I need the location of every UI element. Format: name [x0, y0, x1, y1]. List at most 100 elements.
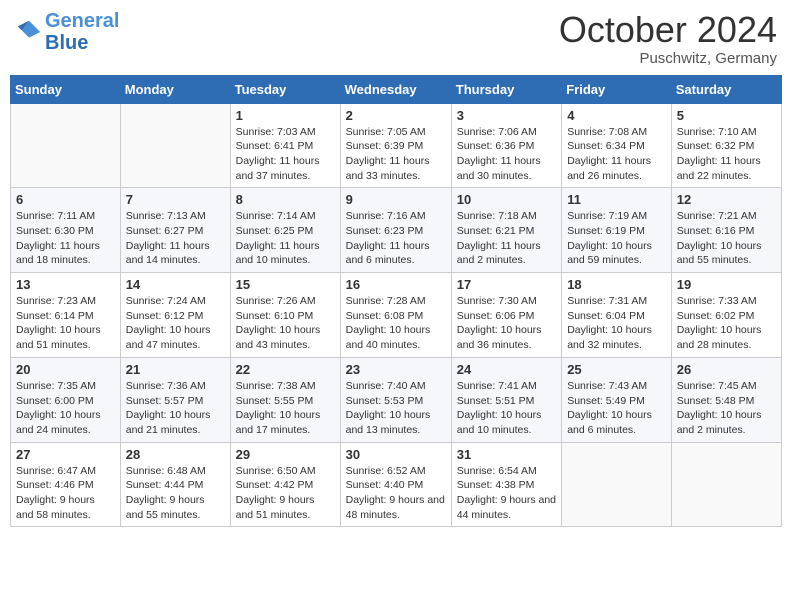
day-info: Sunrise: 7:05 AMSunset: 6:39 PMDaylight:… — [346, 125, 446, 184]
day-info: Sunrise: 7:10 AMSunset: 6:32 PMDaylight:… — [677, 125, 776, 184]
day-number: 22 — [236, 362, 335, 377]
weekday-header-sunday: Sunday — [11, 75, 121, 103]
weekday-header-wednesday: Wednesday — [340, 75, 451, 103]
calendar-week-3: 13 Sunrise: 7:23 AMSunset: 6:14 PMDayligh… — [11, 273, 782, 358]
location-label: Puschwitz, Germany — [559, 50, 777, 67]
day-info: Sunrise: 7:33 AMSunset: 6:02 PMDaylight:… — [677, 294, 776, 353]
day-number: 31 — [457, 447, 556, 462]
calendar-cell: 16Sunrise: 7:28 AMSunset: 6:08 PMDayligh… — [340, 273, 451, 358]
weekday-header-thursday: Thursday — [451, 75, 561, 103]
calendar-cell: 25 Sunrise: 7:43 AMSunset: 5:49 PMDayligh… — [562, 357, 672, 442]
calendar-cell — [11, 103, 121, 188]
day-number: 25 — [567, 362, 666, 377]
day-info: Sunrise: 7:26 AMSunset: 6:10 PMDaylight:… — [236, 294, 335, 353]
day-number: 7 — [126, 192, 225, 207]
day-number: 21 — [126, 362, 225, 377]
calendar-week-4: 20 Sunrise: 7:35 AMSunset: 6:00 PMDayligh… — [11, 357, 782, 442]
day-number: 14 — [126, 277, 225, 292]
day-number: 1 — [236, 108, 335, 123]
day-info: Sunrise: 7:30 AMSunset: 6:06 PMDaylight:… — [457, 294, 556, 353]
calendar-cell: 7 Sunrise: 7:13 AMSunset: 6:27 PMDaylight… — [120, 188, 230, 273]
day-number: 30 — [346, 447, 446, 462]
calendar-cell: 9 Sunrise: 7:16 AMSunset: 6:23 PMDaylight… — [340, 188, 451, 273]
day-number: 23 — [346, 362, 446, 377]
weekday-header-row: SundayMondayTuesdayWednesdayThursdayFrid… — [11, 75, 782, 103]
day-number: 13 — [16, 277, 115, 292]
day-info: Sunrise: 6:48 AMSunset: 4:44 PMDaylight:… — [126, 464, 225, 523]
calendar-cell: 12Sunrise: 7:21 AMSunset: 6:16 PMDayligh… — [671, 188, 781, 273]
day-info: Sunrise: 7:35 AMSunset: 6:00 PMDaylight:… — [16, 379, 115, 438]
day-number: 29 — [236, 447, 335, 462]
calendar-cell: 27 Sunrise: 6:47 AMSunset: 4:46 PMDayligh… — [11, 442, 121, 527]
logo-text-general: General — [45, 10, 119, 32]
weekday-header-friday: Friday — [562, 75, 672, 103]
calendar-cell: 28 Sunrise: 6:48 AMSunset: 4:44 PMDayligh… — [120, 442, 230, 527]
calendar-cell: 19 Sunrise: 7:33 AMSunset: 6:02 PMDayligh… — [671, 273, 781, 358]
day-number: 18 — [567, 277, 666, 292]
calendar-cell — [120, 103, 230, 188]
calendar-table: SundayMondayTuesdayWednesdayThursdayFrid… — [10, 75, 782, 528]
day-number: 3 — [457, 108, 556, 123]
calendar-cell: 29 Sunrise: 6:50 AMSunset: 4:42 PMDayligh… — [230, 442, 340, 527]
calendar-cell: 6Sunrise: 7:11 AMSunset: 6:30 PMDaylight… — [11, 188, 121, 273]
day-number: 17 — [457, 277, 556, 292]
calendar-cell — [671, 442, 781, 527]
calendar-cell: 8Sunrise: 7:14 AMSunset: 6:25 PMDaylight… — [230, 188, 340, 273]
day-info: Sunrise: 7:06 AMSunset: 6:36 PMDaylight:… — [457, 125, 556, 184]
day-info: Sunrise: 6:54 AMSunset: 4:38 PMDaylight:… — [457, 464, 556, 523]
day-number: 26 — [677, 362, 776, 377]
calendar-week-5: 27 Sunrise: 6:47 AMSunset: 4:46 PMDayligh… — [11, 442, 782, 527]
day-info: Sunrise: 7:40 AMSunset: 5:53 PMDaylight:… — [346, 379, 446, 438]
day-number: 15 — [236, 277, 335, 292]
day-number: 28 — [126, 447, 225, 462]
calendar-cell: 13 Sunrise: 7:23 AMSunset: 6:14 PMDayligh… — [11, 273, 121, 358]
day-number: 24 — [457, 362, 556, 377]
calendar-cell — [562, 442, 672, 527]
day-info: Sunrise: 7:41 AMSunset: 5:51 PMDaylight:… — [457, 379, 556, 438]
calendar-cell: 5 Sunrise: 7:10 AMSunset: 6:32 PMDaylight… — [671, 103, 781, 188]
day-info: Sunrise: 7:36 AMSunset: 5:57 PMDaylight:… — [126, 379, 225, 438]
logo: General Blue — [15, 10, 119, 54]
calendar-cell: 30 Sunrise: 6:52 AMSunset: 4:40 PMDayligh… — [340, 442, 451, 527]
weekday-header-tuesday: Tuesday — [230, 75, 340, 103]
calendar-cell: 23 Sunrise: 7:40 AMSunset: 5:53 PMDayligh… — [340, 357, 451, 442]
day-info: Sunrise: 7:11 AMSunset: 6:30 PMDaylight:… — [16, 209, 115, 268]
title-block: October 2024 Puschwitz, Germany — [559, 10, 777, 67]
day-info: Sunrise: 7:31 AMSunset: 6:04 PMDaylight:… — [567, 294, 666, 353]
calendar-cell: 2Sunrise: 7:05 AMSunset: 6:39 PMDaylight… — [340, 103, 451, 188]
weekday-header-saturday: Saturday — [671, 75, 781, 103]
day-number: 16 — [346, 277, 446, 292]
day-number: 9 — [346, 192, 446, 207]
month-title: October 2024 — [559, 10, 777, 50]
day-number: 20 — [16, 362, 115, 377]
day-info: Sunrise: 6:50 AMSunset: 4:42 PMDaylight:… — [236, 464, 335, 523]
calendar-cell: 20 Sunrise: 7:35 AMSunset: 6:00 PMDayligh… — [11, 357, 121, 442]
day-number: 10 — [457, 192, 556, 207]
day-number: 27 — [16, 447, 115, 462]
calendar-cell: 3 Sunrise: 7:06 AMSunset: 6:36 PMDaylight… — [451, 103, 561, 188]
day-info: Sunrise: 7:13 AMSunset: 6:27 PMDaylight:… — [126, 209, 225, 268]
day-info: Sunrise: 7:43 AMSunset: 5:49 PMDaylight:… — [567, 379, 666, 438]
calendar-cell: 1 Sunrise: 7:03 AMSunset: 6:41 PMDaylight… — [230, 103, 340, 188]
day-info: Sunrise: 7:03 AMSunset: 6:41 PMDaylight:… — [236, 125, 335, 184]
calendar-cell: 21 Sunrise: 7:36 AMSunset: 5:57 PMDayligh… — [120, 357, 230, 442]
day-info: Sunrise: 7:14 AMSunset: 6:25 PMDaylight:… — [236, 209, 335, 268]
calendar-cell: 24 Sunrise: 7:41 AMSunset: 5:51 PMDayligh… — [451, 357, 561, 442]
calendar-cell: 14 Sunrise: 7:24 AMSunset: 6:12 PMDayligh… — [120, 273, 230, 358]
day-number: 5 — [677, 108, 776, 123]
day-info: Sunrise: 7:16 AMSunset: 6:23 PMDaylight:… — [346, 209, 446, 268]
day-info: Sunrise: 7:19 AMSunset: 6:19 PMDaylight:… — [567, 209, 666, 268]
calendar-cell: 31 Sunrise: 6:54 AMSunset: 4:38 PMDayligh… — [451, 442, 561, 527]
day-number: 19 — [677, 277, 776, 292]
calendar-week-2: 6Sunrise: 7:11 AMSunset: 6:30 PMDaylight… — [11, 188, 782, 273]
day-info: Sunrise: 6:52 AMSunset: 4:40 PMDaylight:… — [346, 464, 446, 523]
day-number: 12 — [677, 192, 776, 207]
day-info: Sunrise: 7:24 AMSunset: 6:12 PMDaylight:… — [126, 294, 225, 353]
calendar-cell: 22 Sunrise: 7:38 AMSunset: 5:55 PMDayligh… — [230, 357, 340, 442]
day-info: Sunrise: 7:38 AMSunset: 5:55 PMDaylight:… — [236, 379, 335, 438]
day-number: 4 — [567, 108, 666, 123]
day-info: Sunrise: 7:18 AMSunset: 6:21 PMDaylight:… — [457, 209, 556, 268]
calendar-cell: 10 Sunrise: 7:18 AMSunset: 6:21 PMDayligh… — [451, 188, 561, 273]
day-info: Sunrise: 6:47 AMSunset: 4:46 PMDaylight:… — [16, 464, 115, 523]
day-info: Sunrise: 7:23 AMSunset: 6:14 PMDaylight:… — [16, 294, 115, 353]
